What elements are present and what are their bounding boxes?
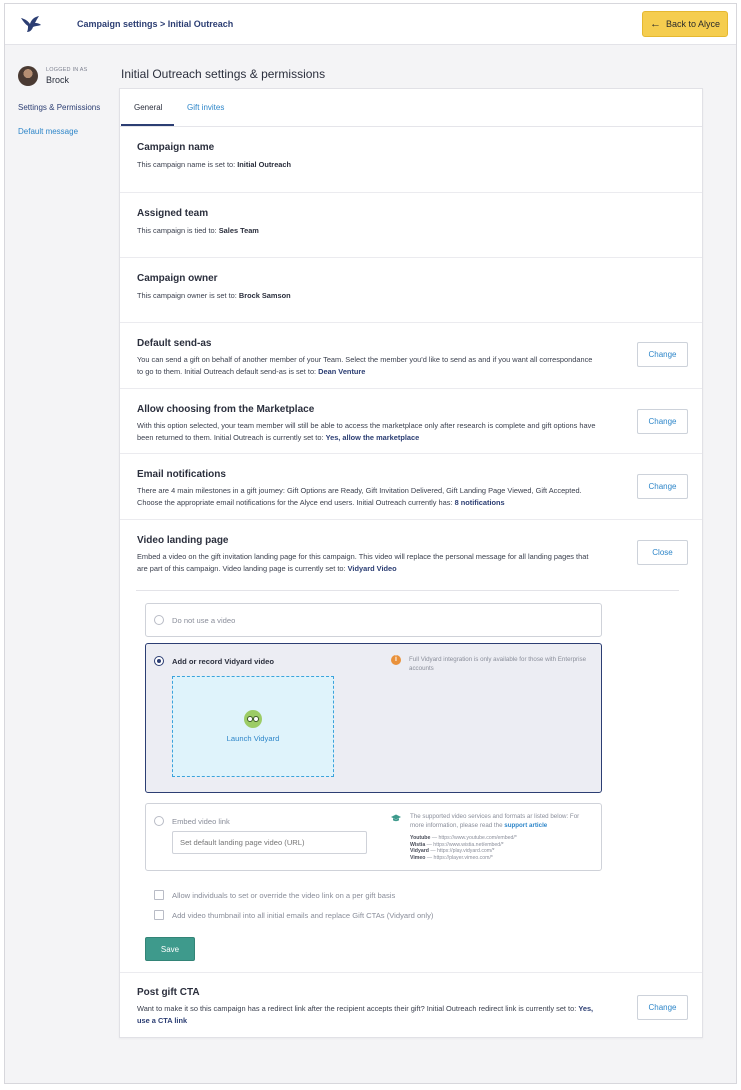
logged-in-label: LOGGED IN AS: [46, 67, 88, 73]
close-video-landing-button[interactable]: Close: [637, 540, 688, 565]
launch-vidyard-label: Launch Vidyard: [226, 734, 280, 743]
section-title: Post gift CTA: [137, 987, 200, 998]
section-text: This campaign is tied to: Sales Team: [137, 226, 259, 235]
thumbnail-label: Add video thumbnail into all initial ema…: [172, 911, 434, 920]
divider: [136, 590, 679, 591]
section-text: With this option selected, your team mem…: [137, 421, 596, 442]
logged-in-user-name: Brock: [46, 75, 70, 85]
section-title: Assigned team: [137, 208, 209, 219]
change-marketplace-button[interactable]: Change: [637, 409, 688, 434]
app-window: Campaign settings > Initial Outreach ← B…: [4, 3, 737, 1084]
section-title: Email notifications: [137, 469, 226, 480]
change-email-notifications-button[interactable]: Change: [637, 474, 688, 499]
campaign-name-value: Initial Outreach: [237, 160, 292, 169]
change-post-gift-cta-button[interactable]: Change: [637, 995, 688, 1020]
embed-video-radio[interactable]: [154, 816, 164, 826]
section-campaign-name: Campaign name This campaign name is set …: [120, 127, 702, 193]
option-embed-video[interactable]: Embed video link The supported video ser…: [145, 803, 602, 871]
default-send-as-value: Dean Venture: [318, 367, 366, 376]
section-campaign-owner: Campaign owner This campaign owner is se…: [120, 258, 702, 323]
vidyard-info-text: Full Vidyard integration is only availab…: [409, 656, 587, 672]
vidyard-label: Add or record Vidyard video: [172, 657, 274, 666]
section-post-gift-cta: Post gift CTA Want to make it so this ca…: [120, 973, 702, 1037]
breadcrumb[interactable]: Campaign settings > Initial Outreach: [77, 19, 233, 29]
supported-services-list: Youtube — https://www.youtube.com/embed/…: [410, 835, 517, 861]
change-send-as-button[interactable]: Change: [637, 342, 688, 367]
alyce-bird-logo-icon[interactable]: [20, 15, 42, 33]
section-default-send-as: Default send-as You can send a gift on b…: [120, 323, 702, 389]
avatar: [18, 66, 38, 86]
section-assigned-team: Assigned team This campaign is tied to: …: [120, 193, 702, 258]
thumbnail-checkbox[interactable]: [154, 910, 164, 920]
settings-card: General Gift invites Campaign name This …: [119, 88, 703, 1038]
section-title: Video landing page: [137, 535, 229, 546]
section-title: Campaign name: [137, 142, 215, 153]
back-to-alyce-button[interactable]: ← Back to Alyce: [642, 11, 728, 37]
vidyard-radio[interactable]: [154, 656, 164, 666]
top-bar: Campaign settings > Initial Outreach ← B…: [5, 4, 736, 45]
sidebar-item-default-message[interactable]: Default message: [18, 127, 78, 136]
video-landing-value: Vidyard Video: [347, 564, 397, 573]
supported-services-text: The supported video services and formats…: [410, 813, 580, 829]
campaign-owner-value: Brock Samson: [238, 291, 291, 300]
override-video-label: Allow individuals to set or override the…: [172, 891, 396, 900]
assigned-team-value: Sales Team: [218, 226, 259, 235]
email-notifications-value: 8 notifications: [454, 498, 505, 507]
tab-general[interactable]: General: [134, 103, 162, 112]
section-title: Default send-as: [137, 338, 212, 349]
no-video-label: Do not use a video: [172, 616, 236, 625]
section-text: Want to make it so this campaign has a r…: [137, 1004, 594, 1025]
section-text: This campaign name is set to: Initial Ou…: [137, 160, 292, 169]
back-button-label: Back to Alyce: [665, 19, 721, 29]
vidyard-mascot-icon: [244, 710, 262, 728]
section-title: Allow choosing from the Marketplace: [137, 404, 315, 415]
active-tab-indicator: [121, 124, 174, 126]
launch-vidyard-button[interactable]: Launch Vidyard: [172, 676, 334, 777]
marketplace-value: Yes, allow the marketplace: [325, 433, 420, 442]
service-vimeo: Vimeo — https://player.vimeo.com/*: [410, 854, 493, 861]
embed-video-label: Embed video link: [172, 817, 230, 826]
option-vidyard[interactable]: Add or record Vidyard video Launch Vidya…: [145, 643, 602, 793]
override-video-checkbox[interactable]: [154, 890, 164, 900]
section-text: There are 4 main milestones in a gift jo…: [137, 486, 582, 507]
option-no-video[interactable]: Do not use a video: [145, 603, 602, 637]
section-text: Embed a video on the gift invitation lan…: [137, 552, 589, 573]
sidebar-item-settings-permissions[interactable]: Settings & Permissions: [18, 103, 100, 112]
no-video-radio[interactable]: [154, 615, 164, 625]
section-email-notifications: Email notifications There are 4 main mil…: [120, 454, 702, 520]
section-title: Campaign owner: [137, 273, 218, 284]
video-url-input[interactable]: [172, 831, 367, 854]
graduation-cap-icon: [391, 814, 401, 822]
info-icon: i: [391, 655, 401, 665]
arrow-left-icon: ←: [649, 17, 661, 30]
section-marketplace: Allow choosing from the Marketplace With…: [120, 389, 702, 454]
page-title: Initial Outreach settings & permissions: [121, 67, 326, 81]
save-button[interactable]: Save: [145, 937, 195, 961]
section-text: This campaign owner is set to: Brock Sam…: [137, 291, 291, 300]
tab-gift-invites[interactable]: Gift invites: [187, 103, 224, 112]
section-text: You can send a gift on behalf of another…: [137, 355, 593, 376]
support-article-link[interactable]: support article: [504, 822, 547, 829]
tab-bar: General Gift invites: [120, 89, 702, 127]
